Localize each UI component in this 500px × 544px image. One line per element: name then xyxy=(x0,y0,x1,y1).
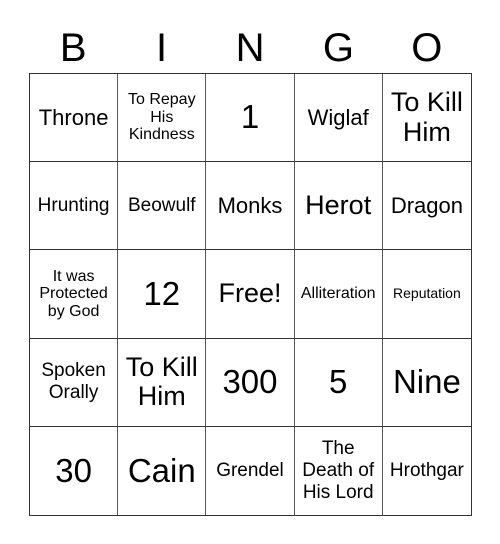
bingo-cell[interactable]: Monks xyxy=(206,162,295,251)
bingo-cell[interactable]: Nine xyxy=(382,339,471,427)
bingo-cell[interactable]: Wiglaf xyxy=(294,74,383,163)
bingo-cell[interactable]: To Kill Him xyxy=(118,338,207,427)
bingo-cell[interactable]: Cain xyxy=(118,426,207,515)
header-letter-g: G xyxy=(322,26,354,70)
bingo-cell[interactable]: To Kill Him xyxy=(382,74,471,163)
bingo-cell[interactable]: Hrothgar xyxy=(383,427,471,515)
header-letter-o: O xyxy=(411,26,443,70)
bingo-cell[interactable]: Dragon xyxy=(382,162,471,251)
bingo-cell[interactable]: Spoken Orally xyxy=(30,338,119,427)
bingo-cell[interactable]: The Death of His Lord xyxy=(295,426,383,515)
bingo-cell[interactable]: 1 xyxy=(206,74,295,163)
bingo-cell[interactable]: Throne xyxy=(30,74,119,163)
bingo-cell[interactable]: Herot xyxy=(294,162,383,251)
bingo-header: B I N G O xyxy=(29,24,471,72)
bingo-cell[interactable]: Alliteration xyxy=(294,250,383,339)
bingo-cell[interactable]: To Repay His Kindness xyxy=(118,74,207,163)
bingo-cell[interactable]: Grendel xyxy=(206,426,295,515)
bingo-cell[interactable]: 300 xyxy=(206,338,295,427)
header-letter-i: I xyxy=(156,26,168,70)
free-space-cell[interactable]: Free! xyxy=(206,250,295,339)
bingo-cell[interactable]: 12 xyxy=(118,250,207,339)
bingo-cell[interactable]: It was Protected by God xyxy=(30,250,119,339)
bingo-cell[interactable]: Beowulf xyxy=(118,162,207,251)
header-letter-b: B xyxy=(59,26,87,70)
header-letter-n: N xyxy=(235,26,265,70)
bingo-cell[interactable]: 30 xyxy=(30,426,119,515)
bingo-grid: Throne To Repay His Kindness 1 Wiglaf To Kil… xyxy=(29,73,472,516)
bingo-cell[interactable]: 5 xyxy=(294,338,383,427)
bingo-cell[interactable]: Hrunting xyxy=(30,162,119,251)
bingo-cell[interactable]: Reputation xyxy=(382,250,471,339)
